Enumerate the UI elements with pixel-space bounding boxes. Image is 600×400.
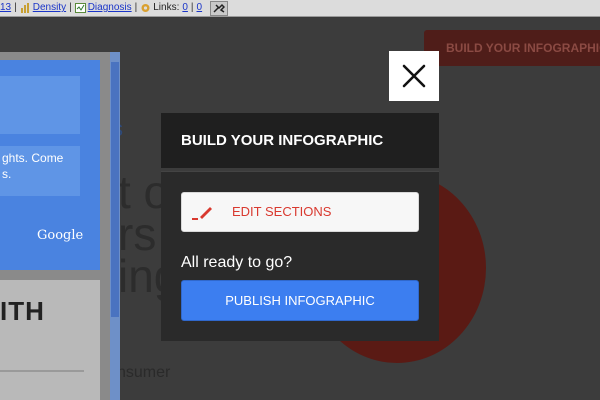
tool-icon bbox=[213, 3, 226, 13]
ad-blue-area: ghts. Come s. Google bbox=[0, 60, 100, 270]
ad-text-line: s. bbox=[2, 167, 12, 181]
ready-text: All ready to go? bbox=[181, 254, 293, 271]
ad-box bbox=[0, 76, 80, 134]
toolbar-density-link[interactable]: Density bbox=[33, 0, 66, 16]
ad-panel: ghts. Come s. Google ITH bbox=[0, 52, 120, 400]
close-button[interactable] bbox=[389, 51, 439, 101]
toolbar-separator: | bbox=[134, 2, 138, 13]
ad-text-line: ghts. Come bbox=[2, 151, 64, 165]
toolbar-count-link[interactable]: 13 bbox=[0, 0, 11, 16]
toolbar-links-label: Links: bbox=[153, 2, 180, 13]
browser-toolbar: 13 | Density | Diagnosis | Links: 0 | 0 bbox=[0, 0, 600, 17]
pencil-icon bbox=[192, 207, 212, 220]
toolbar-links-count-2[interactable]: 0 bbox=[197, 0, 203, 16]
toolbar-links-count-1[interactable]: 0 bbox=[182, 0, 188, 16]
publish-infographic-button[interactable]: PUBLISH INFOGRAPHIC bbox=[181, 280, 419, 321]
modal-title: BUILD YOUR INFOGRAPHIC bbox=[161, 113, 439, 168]
edit-sections-button[interactable]: EDIT SECTIONS bbox=[181, 192, 419, 232]
toolbar-separator: | bbox=[69, 2, 72, 13]
ad-with-text: ITH bbox=[0, 296, 45, 326]
background-consumer-text: nsumer bbox=[117, 364, 171, 381]
toolbar-tool-button[interactable] bbox=[210, 0, 229, 16]
ad-text-box: ghts. Come s. bbox=[0, 146, 80, 196]
toolbar-diagnosis-link[interactable]: Diagnosis bbox=[88, 0, 132, 16]
ad-scrollbar-thumb[interactable] bbox=[111, 62, 119, 317]
ad-lower-area: ITH bbox=[0, 280, 100, 400]
diagnosis-icon bbox=[74, 3, 86, 13]
ad-divider bbox=[0, 370, 84, 372]
background-build-button: BUILD YOUR INFOGRAPHIC bbox=[424, 30, 600, 66]
ad-brand[interactable]: Google bbox=[37, 228, 83, 243]
links-icon bbox=[141, 4, 150, 12]
toolbar-separator: | bbox=[190, 2, 194, 13]
edit-sections-label: EDIT SECTIONS bbox=[232, 204, 332, 219]
toolbar-separator: | bbox=[14, 2, 17, 13]
modal-body: EDIT SECTIONS All ready to go? PUBLISH I… bbox=[161, 171, 439, 341]
close-icon bbox=[402, 64, 426, 88]
density-icon bbox=[20, 3, 29, 13]
